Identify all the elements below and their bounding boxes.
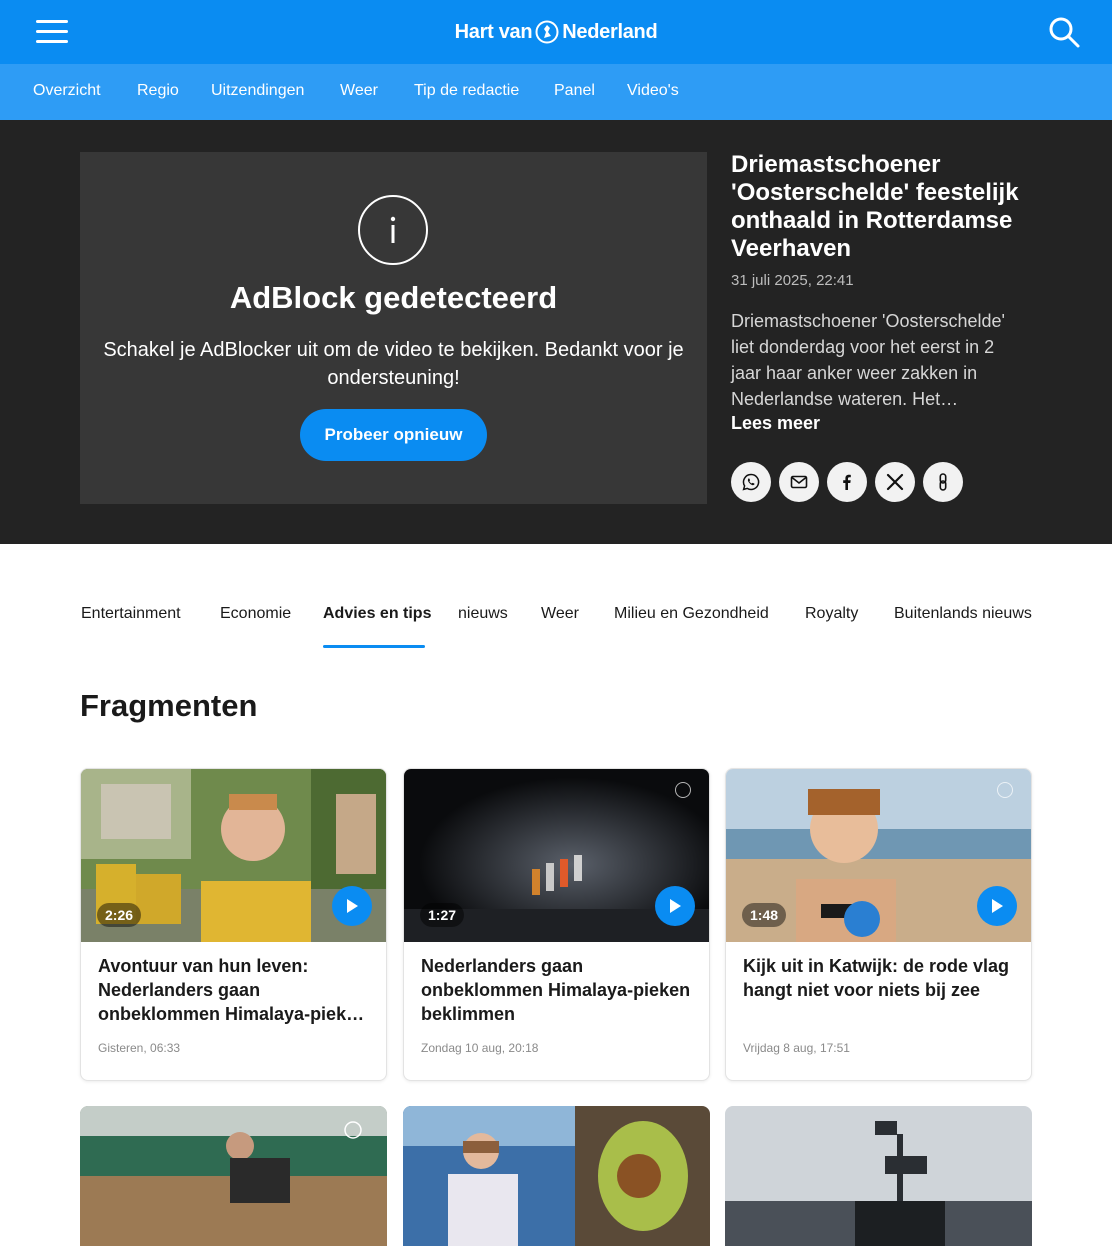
info-icon bbox=[358, 195, 428, 265]
main-nav: Overzicht Regio Uitzendingen Weer Tip de… bbox=[0, 64, 1112, 120]
adblock-title: AdBlock gedetecteerd bbox=[229, 280, 558, 315]
fragment-date: Gisteren, 06:33 bbox=[98, 1041, 181, 1055]
nav-item-videos[interactable]: Video's bbox=[627, 64, 679, 120]
fragment-card[interactable]: 1:27 Nederlanders gaan onbeklommen Himal… bbox=[403, 768, 710, 1081]
share-whatsapp-button[interactable] bbox=[731, 462, 771, 502]
watermark-icon bbox=[997, 782, 1013, 798]
article-title[interactable]: Driemastschoener 'Oosterschelde' feestel… bbox=[731, 151, 1031, 263]
watermark-icon bbox=[675, 782, 691, 798]
fragment-card-partial[interactable] bbox=[403, 1106, 710, 1246]
nav-item-uitzendingen[interactable]: Uitzendingen bbox=[211, 64, 304, 120]
category-tab-milieu-en-gezondheid[interactable]: Milieu en Gezondheid bbox=[614, 605, 769, 633]
top-bar: Hart van Nederland bbox=[0, 0, 1112, 64]
category-tab-economie[interactable]: Economie bbox=[220, 605, 291, 633]
fragment-card[interactable]: 1:48 Kijk uit in Katwijk: de rode vlag h… bbox=[725, 768, 1032, 1081]
fragment-card[interactable]: 2:26 Avontuur van hun leven: Nederlander… bbox=[80, 768, 387, 1081]
section-title: Fragmenten bbox=[80, 688, 258, 723]
nav-item-regio[interactable]: Regio bbox=[137, 64, 179, 120]
nav-item-tip-de-redactie[interactable]: Tip de redactie bbox=[414, 64, 519, 120]
share-facebook-button[interactable] bbox=[827, 462, 867, 502]
logo-text-left: Hart van bbox=[454, 20, 533, 43]
article-description: Driemastschoener 'Oosterschelde' liet do… bbox=[731, 311, 1005, 409]
retry-button[interactable]: Probeer opnieuw bbox=[300, 409, 487, 461]
nav-item-weer[interactable]: Weer bbox=[340, 64, 378, 120]
mail-icon bbox=[790, 475, 808, 489]
fragment-card-partial[interactable] bbox=[80, 1106, 387, 1246]
nav-item-panel[interactable]: Panel bbox=[554, 64, 595, 120]
logo-text-right: Nederland bbox=[562, 20, 658, 43]
share-x-button[interactable] bbox=[875, 462, 915, 502]
fragment-date: Vrijdag 8 aug, 17:51 bbox=[743, 1041, 850, 1055]
whatsapp-icon bbox=[742, 473, 760, 491]
play-icon[interactable] bbox=[655, 886, 695, 926]
share-mail-button[interactable] bbox=[779, 462, 819, 502]
logo-mark-icon bbox=[535, 20, 559, 44]
category-tab-buitenlands-nieuws[interactable]: Buitenlands nieuws bbox=[894, 605, 1032, 633]
video-duration: 2:26 bbox=[97, 903, 142, 927]
menu-icon[interactable] bbox=[36, 20, 68, 44]
share-link-button[interactable] bbox=[923, 462, 963, 502]
site-logo[interactable]: Hart van Nederland bbox=[0, 0, 1112, 64]
play-icon[interactable] bbox=[977, 886, 1017, 926]
video-duration: 1:27 bbox=[420, 903, 465, 927]
read-more-link[interactable]: Lees meer bbox=[731, 413, 820, 434]
fragment-date: Zondag 10 aug, 20:18 bbox=[421, 1041, 539, 1055]
facebook-icon bbox=[843, 474, 851, 490]
adblock-message: Schakel je AdBlocker uit om de video te … bbox=[103, 339, 684, 389]
fragment-title: Kijk uit in Katwijk: de rode vlag hangt … bbox=[743, 956, 1010, 1000]
category-tab-royalty[interactable]: Royalty bbox=[805, 605, 858, 633]
nav-item-overzicht[interactable]: Overzicht bbox=[33, 64, 101, 120]
fragment-card-partial[interactable] bbox=[725, 1106, 1032, 1246]
video-thumbnail bbox=[403, 1106, 710, 1246]
category-tab-weer[interactable]: Weer bbox=[541, 605, 579, 633]
search-icon[interactable] bbox=[1047, 15, 1081, 49]
fragment-title: Nederlanders gaan onbeklommen Himalaya-p… bbox=[421, 956, 691, 1024]
video-thumbnail bbox=[80, 1106, 387, 1246]
video-thumbnail bbox=[725, 1106, 1032, 1246]
category-tab-nieuws[interactable]: nieuws bbox=[458, 605, 508, 633]
fragment-title: Avontuur van hun leven: Nederlanders gaa… bbox=[98, 956, 368, 1024]
video-duration: 1:48 bbox=[742, 903, 787, 927]
x-icon bbox=[886, 473, 904, 491]
play-icon[interactable] bbox=[332, 886, 372, 926]
article-date: 31 juli 2025, 22:41 bbox=[731, 272, 854, 289]
video-player[interactable]: AdBlock gedetecteerd Schakel je AdBlocke… bbox=[80, 152, 707, 504]
active-tab-indicator bbox=[323, 645, 425, 648]
category-tab-advies-en-tips[interactable]: Advies en tips bbox=[323, 605, 431, 633]
category-tab-entertainment[interactable]: Entertainment bbox=[81, 605, 181, 633]
link-icon bbox=[939, 473, 947, 491]
